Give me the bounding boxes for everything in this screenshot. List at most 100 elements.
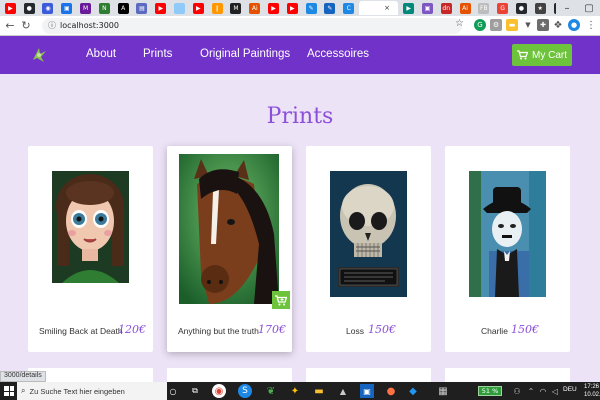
browser-tab[interactable]: ▣	[419, 1, 436, 15]
n-icon: N	[98, 2, 110, 14]
product-card[interactable]	[167, 368, 292, 382]
ai-icon: Ai	[249, 2, 261, 14]
browser-tab[interactable]: ✎	[322, 1, 339, 15]
my-cart-label: My Cart	[532, 49, 567, 61]
browser-tab[interactable]: ❙	[209, 1, 226, 15]
evernote-icon[interactable]: ❦	[264, 384, 278, 398]
product-name[interactable]: Charlie	[481, 326, 508, 336]
bookmark-star-icon[interactable]: ☆	[455, 18, 464, 29]
youtube-icon: ▶	[4, 2, 16, 14]
taskbar-clock[interactable]: 17:26 10.02.20	[584, 383, 600, 399]
browser-tab[interactable]: M	[228, 1, 245, 15]
battery-indicator[interactable]: 51 %	[478, 386, 502, 396]
vscode-icon[interactable]: ◆	[406, 384, 420, 398]
puzzle-icon[interactable]: ✚	[537, 19, 549, 31]
clock-time: 17:26	[584, 384, 600, 390]
camera-icon: ▣	[61, 2, 73, 14]
grammarly-icon[interactable]: G	[474, 19, 486, 31]
extensions-icon[interactable]: ❖	[552, 19, 564, 31]
url-field[interactable]: ⓘ localhost:3000	[42, 17, 462, 34]
taskbar-search[interactable]: ⌕ Zu Suche Text hier eingeben	[17, 382, 167, 400]
browser-tab[interactable]: A	[115, 1, 132, 15]
browser-tab[interactable]: Ai	[457, 1, 474, 15]
grid-icon[interactable]: ▦	[436, 384, 450, 398]
logo-icon[interactable]	[30, 45, 48, 65]
circle-icon: ◉	[42, 2, 54, 14]
chrome-icon[interactable]: ◉	[212, 384, 226, 398]
firefox-icon[interactable]: ●	[384, 384, 398, 398]
file-explorer-icon[interactable]: ▬	[312, 384, 326, 398]
product-card[interactable]	[306, 368, 431, 382]
product-card[interactable]	[445, 368, 570, 382]
people-icon[interactable]: ⚇	[510, 384, 524, 398]
cortana-icon[interactable]: ○	[166, 384, 180, 398]
language-indicator[interactable]: DEU	[563, 386, 577, 393]
product-name[interactable]: Anything but the truth	[178, 326, 259, 336]
word-icon[interactable]: ▣	[360, 384, 374, 398]
google-icon: G	[497, 2, 509, 14]
close-tab-icon[interactable]: ×	[384, 4, 390, 12]
maximize-button[interactable]: ▢	[578, 0, 600, 16]
browser-tab[interactable]: ▶	[190, 1, 207, 15]
browser-tab[interactable]: C	[340, 1, 357, 15]
browser-tab[interactable]: ●	[513, 1, 530, 15]
browser-tab[interactable]: Ai	[246, 1, 263, 15]
browser-tab[interactable]: ★	[532, 1, 549, 15]
page-title: Prints	[266, 104, 334, 129]
active-browser-tab[interactable]: ×	[359, 1, 399, 15]
product-name[interactable]: Loss	[346, 326, 364, 336]
nav-about[interactable]: About	[86, 48, 116, 60]
product-image[interactable]	[179, 154, 279, 304]
my-cart-button[interactable]: My Cart	[512, 44, 572, 66]
add-to-cart-button[interactable]	[272, 291, 290, 309]
browser-tab[interactable]: ▤	[134, 1, 151, 15]
url-text: localhost:3000	[60, 21, 119, 30]
extension-icon[interactable]: ▬	[506, 19, 518, 31]
product-card[interactable]: Smiling Back at Death 120€	[28, 146, 153, 352]
browser-tab[interactable]: ✎	[303, 1, 320, 15]
product-card[interactable]: Anything but the truth 170€	[167, 146, 292, 352]
funnel-icon[interactable]: ▼	[522, 19, 534, 31]
browser-tab[interactable]: ▶	[400, 1, 417, 15]
product-card[interactable]	[28, 368, 153, 382]
browser-tab[interactable]: ▣	[58, 1, 75, 15]
browser-tab[interactable]: G	[494, 1, 511, 15]
nav-prints[interactable]: Prints	[143, 48, 172, 60]
browser-tab[interactable]: dn	[438, 1, 455, 15]
info-icon[interactable]: ⓘ	[48, 20, 56, 31]
product-name[interactable]: Smiling Back at Death	[39, 326, 123, 336]
product-image[interactable]	[469, 171, 546, 297]
browser-tab[interactable]: ▶	[284, 1, 301, 15]
a-icon: A	[117, 2, 129, 14]
skype-icon[interactable]: S	[238, 384, 252, 398]
menu-icon[interactable]: ⋮	[585, 19, 597, 31]
back-icon[interactable]: ←	[2, 18, 18, 34]
cart-icon	[517, 50, 528, 60]
app-icon[interactable]: ▲	[336, 384, 350, 398]
app-icon[interactable]: ✦	[288, 384, 302, 398]
browser-tab[interactable]: ●	[21, 1, 38, 15]
extension-icon[interactable]: ⚙	[490, 19, 502, 31]
reload-icon[interactable]: ↻	[18, 18, 34, 34]
browser-tab[interactable]: ◉	[40, 1, 57, 15]
browser-tab[interactable]: N	[96, 1, 113, 15]
nav-original-paintings[interactable]: Original Paintings	[200, 48, 290, 60]
profile-avatar[interactable]: ●	[568, 19, 580, 31]
task-view-icon[interactable]: ⧉	[188, 384, 202, 398]
windows-start-icon[interactable]	[4, 386, 14, 396]
nav-accessoires[interactable]: Accessoires	[307, 48, 369, 60]
browser-tab[interactable]: ▶	[2, 1, 19, 15]
fb-icon: FB	[478, 2, 490, 14]
browser-tab[interactable]: ▶	[265, 1, 282, 15]
product-card[interactable]: Charlie 150€	[445, 146, 570, 352]
product-price: 170€	[258, 323, 286, 336]
minimize-button[interactable]: –	[556, 0, 578, 16]
product-image[interactable]	[330, 171, 407, 297]
product-card[interactable]: Loss 150€	[306, 146, 431, 352]
browser-tab[interactable]: M	[77, 1, 94, 15]
browser-tab[interactable]: ▶	[152, 1, 169, 15]
browser-tab[interactable]: FB	[475, 1, 492, 15]
volume-icon[interactable]: ◁	[548, 384, 562, 398]
product-image[interactable]	[52, 171, 129, 283]
browser-tab[interactable]	[171, 1, 188, 15]
